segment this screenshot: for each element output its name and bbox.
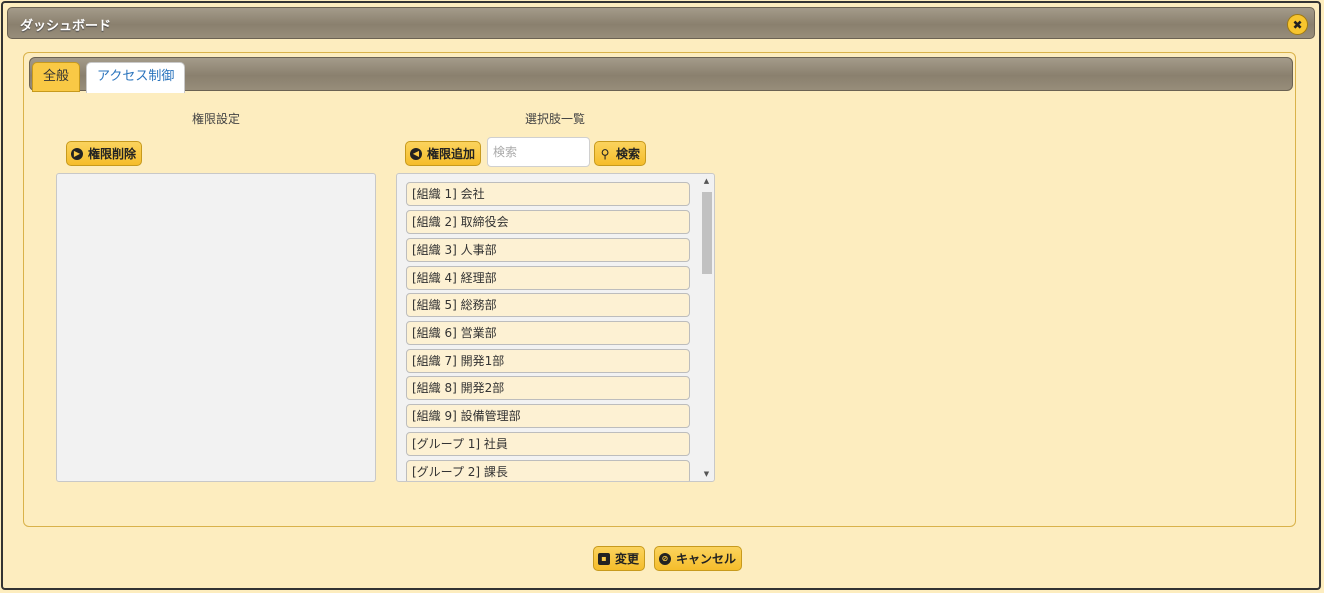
remove-permission-button[interactable]: ▶ 権限削除 bbox=[66, 141, 143, 166]
close-icon: ✖ bbox=[1292, 17, 1303, 32]
options-list[interactable]: [組織 1] 会社 [組織 2] 取締役会 [組織 3] 人事部 [組織 4] … bbox=[396, 173, 715, 482]
list-item[interactable]: [組織 9] 設備管理部 bbox=[406, 404, 690, 428]
assigned-permissions-list[interactable] bbox=[56, 173, 376, 482]
list-item[interactable]: [組織 3] 人事部 bbox=[406, 238, 690, 262]
list-item[interactable]: [グループ 2] 課長 bbox=[406, 460, 690, 481]
tab-general[interactable]: 全般 bbox=[32, 62, 81, 92]
magnifier-icon: ⚲ bbox=[600, 146, 610, 161]
list-item[interactable]: [組織 4] 経理部 bbox=[406, 266, 690, 290]
list-item[interactable]: [組織 5] 総務部 bbox=[406, 293, 690, 317]
list-item[interactable]: [組織 2] 取締役会 bbox=[406, 210, 690, 234]
save-icon: ▪ bbox=[598, 552, 610, 565]
list-item[interactable]: [グループ 1] 社員 bbox=[406, 432, 690, 456]
scroll-down-icon[interactable]: ▼ bbox=[700, 468, 713, 480]
change-button[interactable]: ▪ 変更 bbox=[593, 546, 646, 571]
list-item[interactable]: [組織 6] 営業部 bbox=[406, 321, 690, 345]
scroll-thumb[interactable] bbox=[702, 192, 712, 274]
search-button-label: 検索 bbox=[616, 147, 641, 161]
add-permission-label: 権限追加 bbox=[427, 147, 476, 161]
cancel-button-label: キャンセル bbox=[676, 552, 737, 566]
cancel-icon: ⊘ bbox=[659, 552, 671, 565]
tab-bar: 全般 アクセス制御 bbox=[29, 57, 1293, 93]
cancel-button[interactable]: ⊘ キャンセル bbox=[654, 546, 743, 571]
window-title: ダッシュボード bbox=[20, 19, 112, 34]
change-button-label: 変更 bbox=[615, 552, 640, 566]
options-list-title: 選択肢一覧 bbox=[525, 112, 586, 126]
circle-left-arrow-icon: ◀ bbox=[410, 147, 422, 160]
scroll-up-icon[interactable]: ▲ bbox=[700, 175, 713, 187]
circle-right-arrow-icon: ▶ bbox=[71, 147, 83, 160]
add-permission-button[interactable]: ◀ 権限追加 bbox=[405, 141, 482, 166]
search-button[interactable]: ⚲ 検索 bbox=[594, 141, 647, 166]
search-input[interactable] bbox=[487, 137, 590, 167]
list-item[interactable]: [組織 8] 開発2部 bbox=[406, 376, 690, 400]
remove-permission-label: 権限削除 bbox=[88, 147, 137, 161]
title-bar: ダッシュボード ✖ bbox=[7, 7, 1315, 39]
permission-settings-title: 権限設定 bbox=[192, 112, 241, 126]
list-item[interactable]: [組織 1] 会社 bbox=[406, 182, 690, 206]
tab-access-control[interactable]: アクセス制御 bbox=[86, 62, 186, 93]
list-item[interactable]: [組織 7] 開発1部 bbox=[406, 349, 690, 373]
close-button[interactable]: ✖ bbox=[1287, 14, 1308, 35]
options-scrollbar[interactable]: ▲ ▼ bbox=[700, 175, 713, 480]
